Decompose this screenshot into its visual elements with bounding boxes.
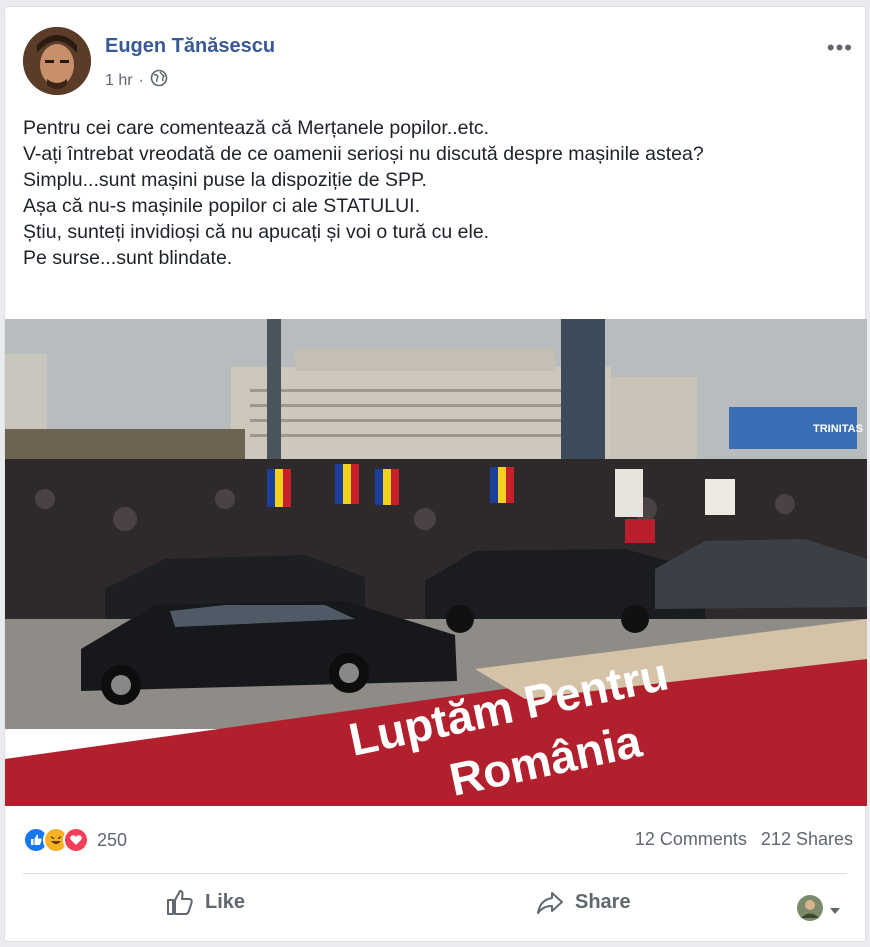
meta-separator: · [138, 71, 144, 89]
globe-icon[interactable] [150, 69, 168, 92]
post-line: Pentru cei care comentează că Merțanele … [23, 117, 490, 139]
post-actions: Like Share [5, 877, 867, 935]
engagement-counts: 12 Comments 212 Shares [635, 829, 853, 850]
author-name[interactable]: Eugen Tănăsescu [105, 35, 275, 58]
love-reaction-icon [63, 827, 89, 853]
post-meta: 1 hr · [105, 69, 168, 92]
post-line: Așa că nu-s mașinile popilor ci ale STAT… [23, 195, 421, 217]
post-card: Eugen Tănăsescu 1 hr · ••• Pentru cei ca… [4, 6, 867, 942]
chevron-down-icon [829, 902, 841, 920]
post-line: Știu, sunteți invidioși că nu apucați și… [23, 221, 490, 243]
share-label: Share [575, 890, 631, 913]
post-line: V-ați întrebat vreodată de ce oamenii se… [23, 143, 704, 165]
reactions-summary[interactable]: 250 [23, 827, 127, 853]
post-time[interactable]: 1 hr [105, 72, 133, 90]
comments-count-link[interactable]: 12 Comments [635, 829, 747, 850]
thumbs-up-icon [167, 890, 193, 915]
shares-count-link[interactable]: 212 Shares [761, 829, 853, 850]
post-line: Pe surse...sunt blindate. [23, 247, 233, 269]
banner-text: TRINITAS [813, 423, 863, 435]
share-arrow-icon [537, 892, 563, 914]
more-options-button[interactable]: ••• [827, 35, 853, 61]
post-stats: 250 12 Comments 212 Shares [5, 817, 867, 861]
post-text: Pentru cei care comentează că Merțanele … [23, 115, 853, 271]
post-photo[interactable]: TRINITAS Luptăm Pentru România [5, 319, 867, 806]
like-button[interactable]: Like [165, 887, 245, 917]
actions-divider [23, 873, 847, 874]
post-line: Simplu...sunt mașini puse la dispoziție … [23, 169, 427, 191]
like-label: Like [205, 890, 246, 913]
post-header: Eugen Tănăsescu 1 hr · ••• [23, 27, 853, 97]
viewer-avatar [797, 895, 823, 926]
post-as-selector[interactable] [797, 895, 841, 926]
author-avatar[interactable] [23, 27, 91, 95]
share-button[interactable]: Share [535, 887, 631, 917]
reaction-count: 250 [97, 829, 128, 850]
